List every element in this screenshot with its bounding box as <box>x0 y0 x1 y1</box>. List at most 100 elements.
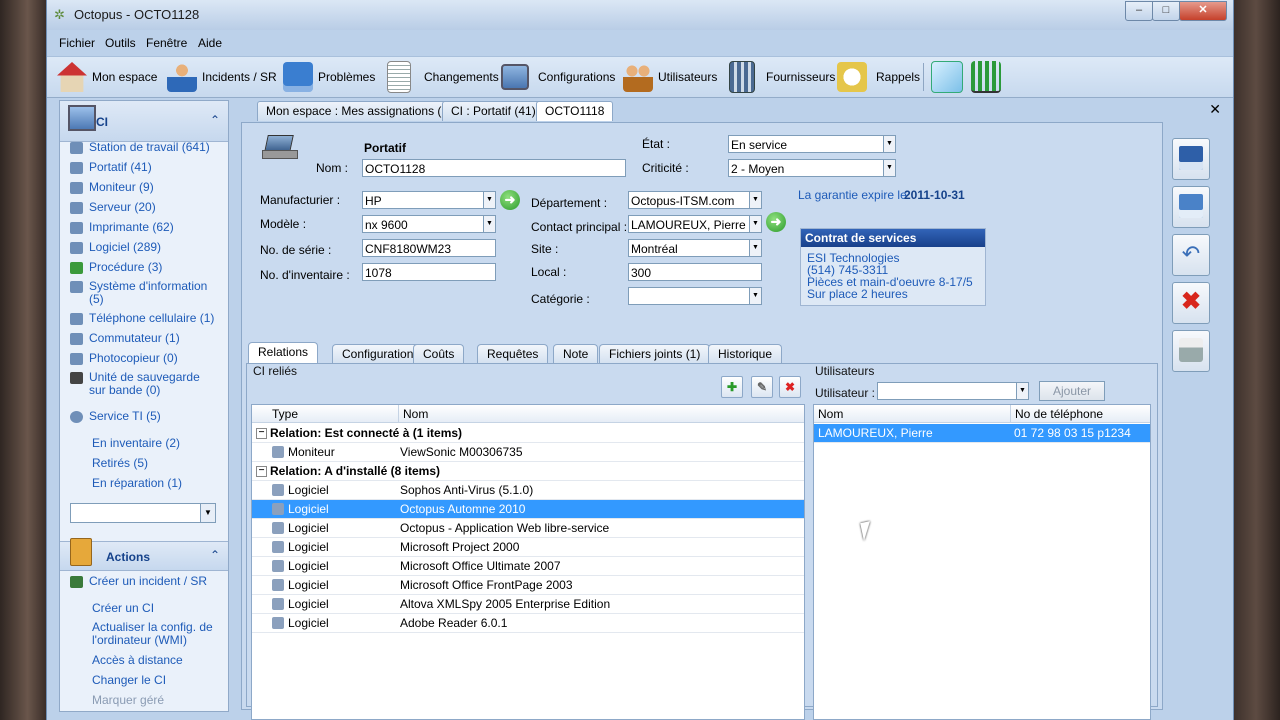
toolbar-incidents[interactable]: Incidents / SR <box>167 60 277 94</box>
categorie-select[interactable]: ▼ <box>628 287 762 305</box>
chevron-down-icon[interactable]: ▼ <box>483 216 495 232</box>
column-header-user-nom[interactable]: Nom <box>814 405 1010 423</box>
contrat-services-box[interactable]: Contrat de services ESI Technologies (51… <box>800 228 986 306</box>
tab-historique[interactable]: Historique <box>708 344 783 364</box>
site-select[interactable]: Montréal ▼ <box>628 239 762 257</box>
toolbar-utilisateurs[interactable]: Utilisateurs <box>623 60 717 94</box>
undo-button[interactable]: ↶ <box>1172 234 1210 276</box>
column-header-telephone[interactable]: No de téléphone <box>1010 405 1150 423</box>
sidebar-item-photocopieur[interactable]: Photocopieur (0) <box>70 352 178 365</box>
sidebar-filter-combo[interactable]: ▼ <box>70 503 216 523</box>
table-row[interactable]: Logiciel Microsoft Office FrontPage 2003 <box>252 576 804 595</box>
group-row[interactable]: − Relation: Est connecté à (1 items) <box>252 424 804 443</box>
modele-select[interactable]: nx 9600 ▼ <box>362 215 496 233</box>
toolbar-rappels[interactable]: Rappels <box>837 60 920 94</box>
collapse-icon[interactable]: − <box>256 428 267 439</box>
sidebar-item-station[interactable]: Station de travail (641) <box>70 141 210 154</box>
table-row[interactable]: Logiciel Altova XMLSpy 2005 Enterprise Ed… <box>252 595 804 614</box>
sidebar-status-retires[interactable]: Retirés (5) <box>92 456 148 470</box>
sidebar-item-sauvegarde[interactable]: Unité de sauvegarde sur bande (0) <box>70 371 218 397</box>
etat-select[interactable]: En service ▼ <box>728 135 896 153</box>
table-row[interactable]: Logiciel Octopus - Application Web libre-… <box>252 519 804 538</box>
tab-requetes[interactable]: Requêtes <box>477 344 549 364</box>
table-row[interactable]: Moniteur ViewSonic M00306735 <box>252 443 804 462</box>
sidebar-item-commutateur[interactable]: Commutateur (1) <box>70 332 180 345</box>
chevron-down-icon[interactable]: ▼ <box>200 504 215 522</box>
close-tab-icon[interactable]: ✕ <box>1209 101 1221 118</box>
menu-fichier[interactable]: Fichier <box>59 36 95 50</box>
toolbar-fournisseurs[interactable]: Fournisseurs <box>729 60 835 94</box>
add-relation-button[interactable]: ✚ <box>721 376 743 398</box>
column-header-nom[interactable]: Nom <box>398 405 804 423</box>
tab-note[interactable]: Note <box>553 344 599 364</box>
tab-fichiers-joints[interactable]: Fichiers joints (1) <box>599 344 711 364</box>
toolbar-reports-2[interactable] <box>971 60 1001 94</box>
sidebar-item-telephone[interactable]: Téléphone cellulaire (1) <box>70 312 214 325</box>
menu-fenetre[interactable]: Fenêtre <box>146 36 187 50</box>
sidebar-item-serveur[interactable]: Serveur (20) <box>70 201 156 214</box>
table-row-selected[interactable]: Logiciel Octopus Automne 2010 <box>252 500 804 519</box>
sidebar-item-procedure[interactable]: Procédure (3) <box>70 261 162 274</box>
action-changer-ci[interactable]: Changer le CI <box>92 673 166 687</box>
manufacturier-select[interactable]: HP ▼ <box>362 191 496 209</box>
chevron-down-icon[interactable]: ▼ <box>883 136 895 152</box>
serie-input[interactable]: CNF8180WM23 <box>362 239 496 257</box>
toolbar-configurations[interactable]: Configurations <box>501 60 615 94</box>
go-manufacturier-icon[interactable]: ➜ <box>500 190 520 210</box>
collapse-icon[interactable]: − <box>256 466 267 477</box>
criticite-select[interactable]: 2 - Moyen ▼ <box>728 159 896 177</box>
delete-button[interactable]: ✖ <box>1172 282 1210 324</box>
sidebar-item-imprimante[interactable]: Imprimante (62) <box>70 221 174 234</box>
doc-tab-mon-espace[interactable]: Mon espace : Mes assignations (9) <box>257 101 462 121</box>
sidebar-item-service[interactable]: Service TI (5) <box>70 410 161 423</box>
actions-header[interactable]: Actions ⌃ <box>60 538 228 571</box>
table-row[interactable]: Logiciel Microsoft Project 2000 <box>252 538 804 557</box>
user-row-selected[interactable]: LAMOUREUX, Pierre 01 72 98 03 15 p1234 <box>814 424 1150 443</box>
inventaire-input[interactable]: 1078 <box>362 263 496 281</box>
go-contact-icon[interactable]: ➜ <box>766 212 786 232</box>
sidebar-item-portatif[interactable]: Portatif (41) <box>70 161 152 174</box>
menu-outils[interactable]: Outils <box>105 36 136 50</box>
save-close-button[interactable] <box>1172 138 1210 180</box>
chevron-down-icon[interactable]: ▼ <box>749 288 761 304</box>
action-creer-ci[interactable]: Créer un CI <box>92 601 154 615</box>
toolbar-mon-espace[interactable]: Mon espace <box>57 60 157 94</box>
tab-configuration[interactable]: Configuration <box>332 344 424 364</box>
nom-input[interactable]: OCTO1128 <box>362 159 626 177</box>
chevron-down-icon[interactable]: ▼ <box>883 160 895 176</box>
action-marquer-gere[interactable]: Marquer géré <box>92 693 164 707</box>
table-row[interactable]: Logiciel Adobe Reader 6.0.1 <box>252 614 804 633</box>
menu-aide[interactable]: Aide <box>198 36 222 50</box>
table-row[interactable]: Logiciel Sophos Anti-Virus (5.1.0) <box>252 481 804 500</box>
sidebar-ci-header[interactable]: CI ⌃ <box>60 101 228 142</box>
group-row[interactable]: − Relation: A d'installé (8 items) <box>252 462 804 481</box>
action-actualiser-wmi[interactable]: Actualiser la config. de l'ordinateur (W… <box>92 621 222 647</box>
maximize-button[interactable]: □ <box>1152 1 1180 21</box>
sidebar-item-logiciel[interactable]: Logiciel (289) <box>70 241 161 254</box>
chevron-down-icon[interactable]: ▼ <box>483 192 495 208</box>
chevron-down-icon[interactable]: ▼ <box>1016 383 1028 399</box>
ajouter-button[interactable]: Ajouter <box>1039 381 1105 401</box>
contact-select[interactable]: LAMOUREUX, Pierre [VI ▼ <box>628 215 762 233</box>
toolbar-reports-1[interactable] <box>931 60 963 94</box>
chevron-down-icon[interactable]: ▼ <box>749 240 761 256</box>
chevron-up-icon[interactable]: ⌃ <box>210 113 220 127</box>
column-header-type[interactable]: Type <box>252 405 398 423</box>
doc-tab-ci-portatif[interactable]: CI : Portatif (41) <box>442 101 545 121</box>
save-button[interactable] <box>1172 186 1210 228</box>
chevron-down-icon[interactable]: ▼ <box>749 216 761 232</box>
action-creer-incident[interactable]: Créer un incident / SR <box>70 575 207 588</box>
doc-tab-octo1118[interactable]: OCTO1118 <box>536 101 614 121</box>
table-row[interactable]: Logiciel Microsoft Office Ultimate 2007 <box>252 557 804 576</box>
action-acces-distance[interactable]: Accès à distance <box>92 653 183 667</box>
delete-relation-button[interactable]: ✖ <box>779 376 801 398</box>
chevron-down-icon[interactable]: ▼ <box>749 192 761 208</box>
sidebar-item-systeme[interactable]: Système d'information (5) <box>70 280 210 306</box>
utilisateur-select[interactable]: ▼ <box>877 382 1029 400</box>
sidebar-status-reparation[interactable]: En réparation (1) <box>92 476 182 490</box>
close-window-button[interactable]: ✕ <box>1179 1 1227 21</box>
tab-relations[interactable]: Relations <box>248 342 319 364</box>
sidebar-status-inventaire[interactable]: En inventaire (2) <box>92 436 180 450</box>
tab-couts[interactable]: Coûts <box>413 344 465 364</box>
local-input[interactable]: 300 <box>628 263 762 281</box>
